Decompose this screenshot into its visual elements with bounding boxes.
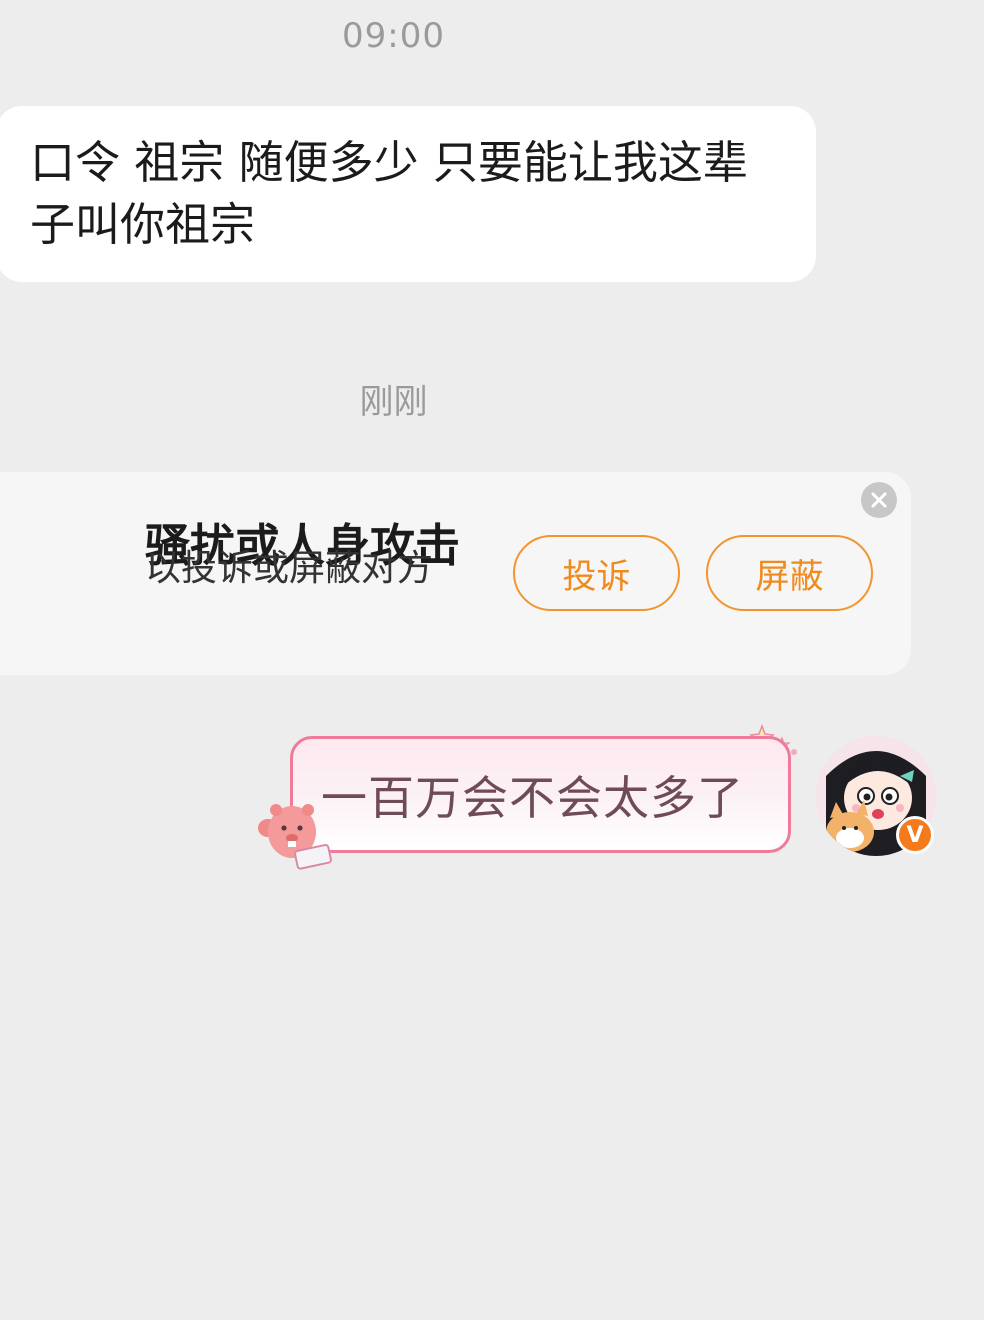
outgoing-message-text: 一百万会不会太多了 [321,770,744,825]
safety-notice-card: 骚扰或人身攻击 以投诉或屏蔽对方 投诉 屏蔽 [0,472,911,675]
safety-notice-text: 骚扰或人身攻击 以投诉或屏蔽对方 [0,472,460,675]
beaver-sticker-icon [258,804,332,870]
verified-badge: V [896,816,934,854]
message-timestamp: 09:00 [342,16,445,56]
safety-notice-subtitle: 以投诉或屏蔽对方 [144,548,433,589]
complain-button[interactable]: 投诉 [513,535,680,611]
block-button[interactable]: 屏蔽 [706,535,873,611]
close-icon[interactable] [861,482,897,518]
incoming-message-text: 口令 祖宗 随便多少 只要能让我这辈子叫你祖宗 [30,136,748,251]
message-timestamp: 刚刚 [359,382,428,422]
incoming-message-bubble[interactable]: 口令 祖宗 随便多少 只要能让我这辈子叫你祖宗 [0,106,816,282]
outgoing-message-bubble[interactable]: 一百万会不会太多了 [290,736,791,853]
